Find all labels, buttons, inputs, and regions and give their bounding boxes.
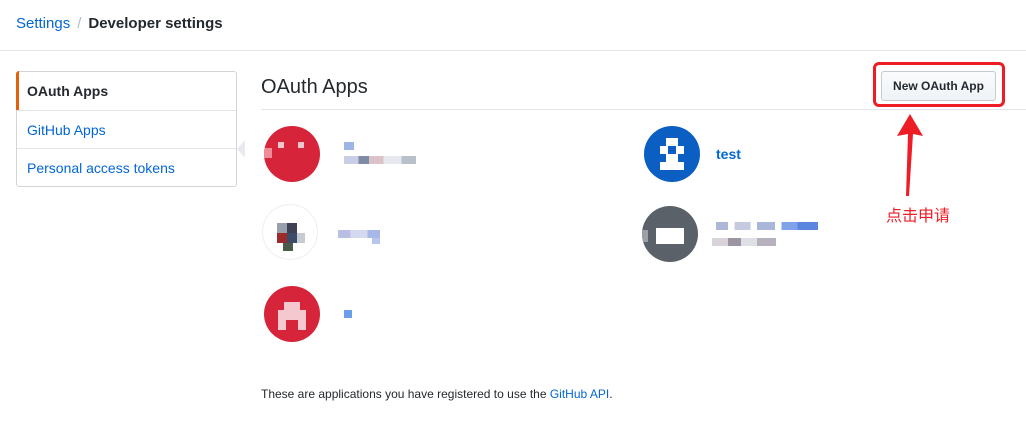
settings-side-nav: OAuth Apps GitHub Apps Personal access t… bbox=[16, 71, 237, 187]
footer-text: These are applications you have register… bbox=[261, 387, 550, 401]
breadcrumb-settings-link[interactable]: Settings bbox=[16, 15, 70, 32]
nav-notch bbox=[237, 140, 245, 158]
breadcrumb: Settings / Developer settings bbox=[16, 14, 223, 34]
sidebar-item-personal-access-tokens[interactable]: Personal access tokens bbox=[17, 148, 236, 186]
breadcrumb-separator: / bbox=[77, 15, 82, 32]
app-name-pixelated bbox=[344, 310, 352, 318]
title-divider bbox=[261, 109, 1026, 110]
app-name-link[interactable]: test bbox=[716, 146, 741, 162]
github-api-link[interactable]: GitHub API bbox=[550, 387, 609, 401]
app-avatar bbox=[642, 206, 698, 262]
app-avatar bbox=[264, 286, 320, 342]
app-avatar bbox=[262, 204, 318, 260]
app-name-pixelated bbox=[716, 222, 818, 230]
oauth-app-item[interactable]: test bbox=[644, 126, 844, 186]
sidebar-item-github-apps[interactable]: GitHub Apps bbox=[17, 110, 236, 148]
app-avatar bbox=[644, 126, 700, 182]
oauth-app-item[interactable] bbox=[258, 286, 458, 346]
app-avatar bbox=[264, 126, 320, 182]
annotation-highlight-box bbox=[873, 62, 1005, 107]
header-divider bbox=[0, 50, 1026, 51]
footer-note: These are applications you have register… bbox=[261, 386, 613, 402]
annotation-label: 点击申请 bbox=[886, 206, 951, 225]
breadcrumb-current: Developer settings bbox=[88, 15, 223, 32]
app-name-pixelated bbox=[712, 238, 776, 246]
sidebar-item-oauth-apps[interactable]: OAuth Apps bbox=[16, 71, 236, 110]
oauth-app-item[interactable] bbox=[258, 126, 458, 186]
oauth-app-item[interactable] bbox=[640, 204, 840, 264]
app-name-pixelated bbox=[338, 230, 380, 238]
annotation-arrow-icon bbox=[897, 114, 923, 196]
app-name-pixelated bbox=[372, 238, 380, 244]
oauth-app-item[interactable] bbox=[258, 204, 458, 264]
app-name-pixelated bbox=[344, 142, 354, 150]
page-title: OAuth Apps bbox=[261, 76, 368, 98]
app-name-pixelated bbox=[344, 156, 416, 164]
footer-period: . bbox=[609, 387, 613, 401]
